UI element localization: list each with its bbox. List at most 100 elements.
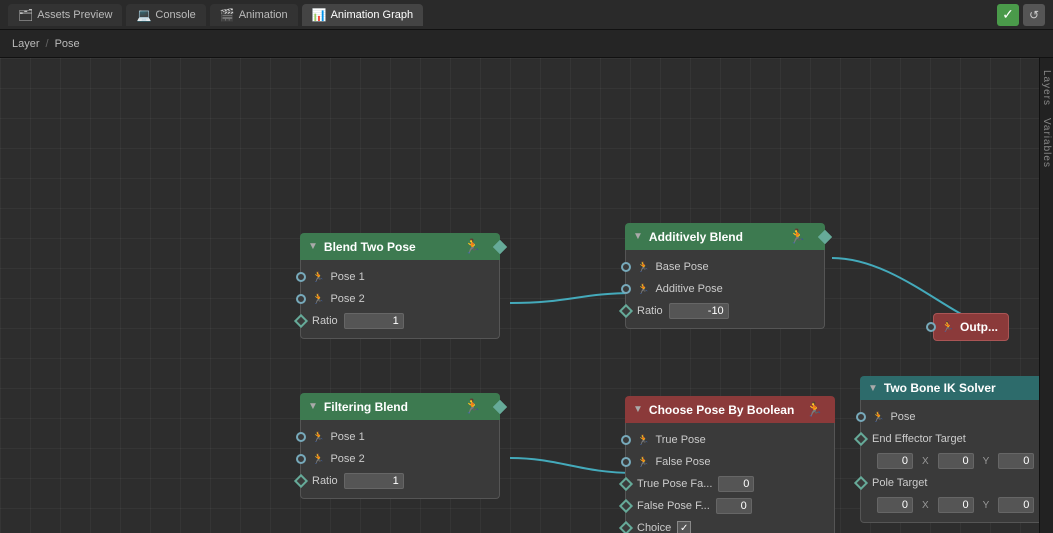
additively-blend-output-port[interactable]	[818, 229, 832, 243]
tb-pole-x-input[interactable]	[877, 497, 913, 513]
filtering-blend-row-pose2: 🏃 Pose 2	[301, 448, 499, 470]
cp-true-fa-port[interactable]	[619, 477, 633, 491]
cp-true-fa-input[interactable]	[718, 476, 754, 492]
node-additively-blend: ▼ Additively Blend 🏃 🏃 Base Pose 🏃 Addit…	[625, 223, 825, 329]
collapse-icon-3[interactable]: ▼	[633, 231, 643, 242]
tb-pose-port[interactable]	[856, 412, 866, 422]
refresh-button[interactable]: ↺	[1023, 4, 1045, 26]
blend-two-pose-row-pose2: 🏃 Pose 2	[301, 288, 499, 310]
tb-end-y-label: Y	[983, 456, 990, 467]
cp-choice-port[interactable]	[619, 521, 633, 533]
cp-true-fa-label: True Pose Fa...	[637, 478, 712, 490]
pose1-input-port[interactable]	[296, 272, 306, 282]
filtering-blend-output-port[interactable]	[493, 399, 507, 413]
ab-row-base-pose: 🏃 Base Pose	[626, 256, 824, 278]
cp-choice-checkbox[interactable]: ✓	[677, 521, 691, 533]
ab-base-pose-port[interactable]	[621, 262, 631, 272]
main-area: ▼ Blend Two Pose 🏃 🏃 Pose 1 🏃 Pose 2	[0, 58, 1053, 533]
filtering-blend-row-pose1: 🏃 Pose 1	[301, 426, 499, 448]
breadcrumb-pose[interactable]: Pose	[55, 38, 80, 50]
tb-person-icon: 🏃	[872, 412, 884, 423]
fb-pose1-input-port[interactable]	[296, 432, 306, 442]
ab-additive-pose-label: Additive Pose	[655, 283, 722, 295]
cp-true-pose-port[interactable]	[621, 435, 631, 445]
fb-ratio-label: Ratio	[312, 475, 338, 487]
tb-end-x-input[interactable]	[877, 453, 913, 469]
variables-label[interactable]: Variables	[1040, 114, 1053, 172]
node-blend-two-pose: ▼ Blend Two Pose 🏃 🏃 Pose 1 🏃 Pose 2	[300, 233, 500, 339]
collapse-icon-2[interactable]: ▼	[308, 401, 318, 412]
cp-false-f-port[interactable]	[619, 499, 633, 513]
cp-row-true-pose: 🏃 True Pose	[626, 429, 834, 451]
animation-icon: 🎬	[220, 8, 235, 22]
breadcrumb-layer[interactable]: Layer	[12, 38, 40, 50]
ratio-input-port[interactable]	[294, 314, 308, 328]
tb-row-pole-label: Pole Target	[861, 472, 1039, 494]
fb-pose2-input-port[interactable]	[296, 454, 306, 464]
tb-pole-z-input[interactable]	[998, 497, 1034, 513]
blend-two-pose-header[interactable]: ▼ Blend Two Pose 🏃	[300, 233, 500, 260]
additively-blend-body: 🏃 Base Pose 🏃 Additive Pose Ratio	[625, 250, 825, 329]
cp-true-pose-label: True Pose	[655, 434, 705, 446]
tab-animation-graph[interactable]: 📊 Animation Graph	[302, 4, 424, 26]
cp-row-true-fa: True Pose Fa...	[626, 473, 834, 495]
tb-row-end-effector-label: End Effector Target	[861, 428, 1039, 450]
tb-pole-y-input[interactable]	[938, 497, 974, 513]
tb-end-z-input[interactable]	[998, 453, 1034, 469]
ab-additive-pose-port[interactable]	[621, 284, 631, 294]
tab-assets-preview[interactable]: 🗂 Assets Preview	[8, 4, 122, 26]
canvas[interactable]: ▼ Blend Two Pose 🏃 🏃 Pose 1 🏃 Pose 2	[0, 58, 1039, 533]
ratio-label: Ratio	[312, 315, 338, 327]
fb-ratio-input[interactable]	[344, 473, 404, 489]
pose2-input-port[interactable]	[296, 294, 306, 304]
ab-base-pose-label: Base Pose	[655, 261, 708, 273]
assets-icon: 🗂	[18, 8, 33, 22]
ratio-input[interactable]	[344, 313, 404, 329]
choose-pose-header[interactable]: ▼ Choose Pose By Boolean 🏃	[625, 396, 835, 423]
tb-pole-target-label: Pole Target	[872, 477, 927, 489]
cp-false-pose-label: False Pose	[655, 456, 710, 468]
cp-false-person-icon: 🏃	[637, 457, 649, 468]
two-bone-title: Two Bone IK Solver	[884, 381, 1039, 395]
fb-pose1-label: Pose 1	[330, 431, 364, 443]
node-output: 🏃 Outp...	[933, 313, 1009, 341]
collapse-icon-5[interactable]: ▼	[868, 383, 878, 394]
tab-animation[interactable]: 🎬 Animation	[210, 4, 298, 26]
ab-ratio-input[interactable]	[669, 303, 729, 319]
ab-ratio-port[interactable]	[619, 304, 633, 318]
output-input-port[interactable]	[926, 322, 936, 332]
tb-pose-label: Pose	[890, 411, 915, 423]
tb-pole-port[interactable]	[854, 476, 868, 490]
additively-blend-header[interactable]: ▼ Additively Blend 🏃	[625, 223, 825, 250]
collapse-icon-4[interactable]: ▼	[633, 404, 643, 415]
tb-row-pole-xyz: X Y	[861, 494, 1039, 516]
tb-end-y-input[interactable]	[938, 453, 974, 469]
fb-ratio-input-port[interactable]	[294, 474, 308, 488]
tb-end-effector-label: End Effector Target	[872, 433, 966, 445]
tb-end-effector-port[interactable]	[854, 432, 868, 446]
tab-console[interactable]: 💻 Console	[126, 4, 205, 26]
breadcrumb-separator: /	[46, 38, 49, 50]
cp-row-choice: Choice ✓	[626, 517, 834, 533]
cp-false-pose-port[interactable]	[621, 457, 631, 467]
pose1-label: Pose 1	[330, 271, 364, 283]
two-bone-header[interactable]: ▼ Two Bone IK Solver	[860, 376, 1039, 400]
filtering-blend-header[interactable]: ▼ Filtering Blend 🏃	[300, 393, 500, 420]
blend-two-pose-row-pose1: 🏃 Pose 1	[301, 266, 499, 288]
graph-icon: 📊	[312, 8, 327, 22]
cp-true-person-icon: 🏃	[637, 435, 649, 446]
cp-false-f-input[interactable]	[716, 498, 752, 514]
layers-label[interactable]: Layers	[1040, 66, 1053, 110]
person-icon-3: 🏃	[789, 228, 806, 245]
blend-two-pose-output-port[interactable]	[493, 239, 507, 253]
tb-pole-y-label: Y	[983, 500, 990, 511]
ab-ratio-label: Ratio	[637, 305, 663, 317]
collapse-icon[interactable]: ▼	[308, 241, 318, 252]
blend-two-pose-title: Blend Two Pose	[324, 240, 458, 254]
cp-row-false-pose: 🏃 False Pose	[626, 451, 834, 473]
output-label: Outp...	[960, 320, 998, 334]
confirm-button[interactable]: ✓	[997, 4, 1019, 26]
filtering-blend-body: 🏃 Pose 1 🏃 Pose 2 Ratio	[300, 420, 500, 499]
blend-two-pose-row-ratio: Ratio	[301, 310, 499, 332]
person-icon-4: 🏃	[806, 401, 823, 418]
